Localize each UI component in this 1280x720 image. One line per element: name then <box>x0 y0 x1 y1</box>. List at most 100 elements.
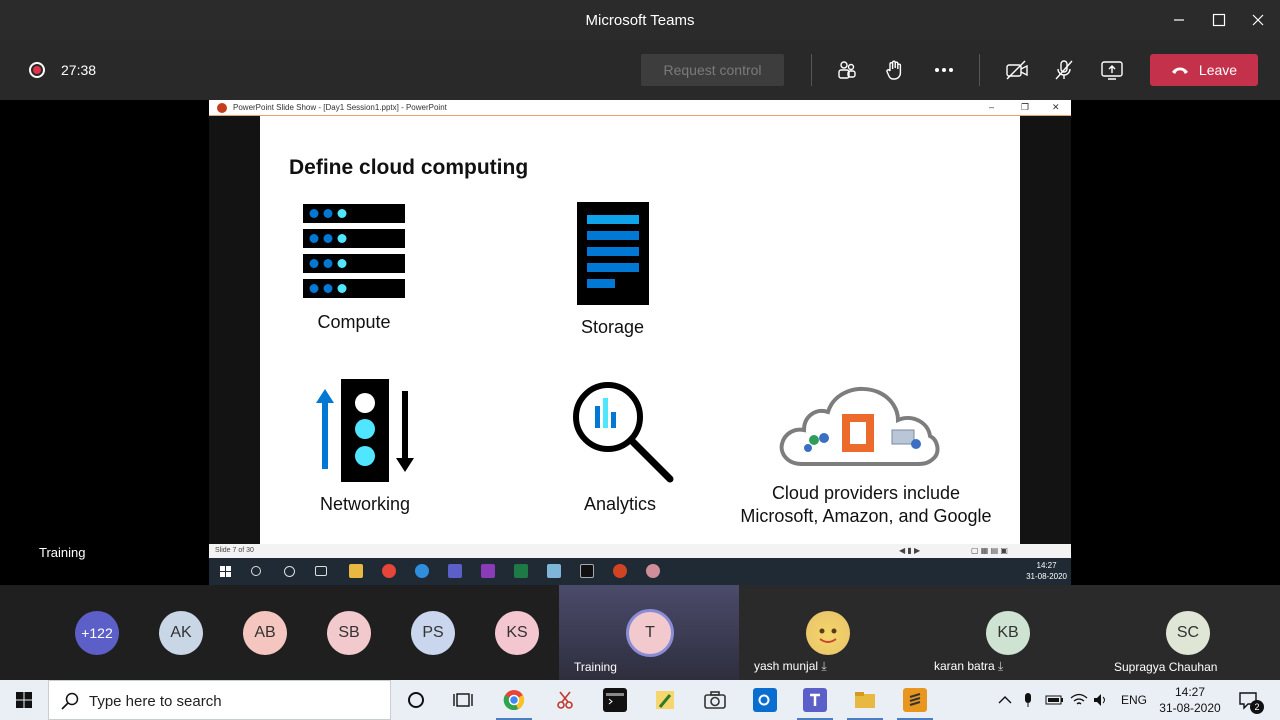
window-title: Microsoft Teams <box>585 12 695 29</box>
view-mode-icons[interactable]: ▢ ▦ ▤ ▣ <box>971 546 1008 555</box>
participant-name-text: karan batra <box>934 659 995 673</box>
pp-close-icon[interactable]: ✕ <box>1052 102 1060 113</box>
taskbar-clock[interactable]: 14:27 31-08-2020 <box>1150 684 1230 716</box>
start-button[interactable] <box>0 680 48 720</box>
wifi-icon[interactable] <box>1070 680 1088 720</box>
search-icon <box>61 692 79 710</box>
participant-tile[interactable]: SC Supragya Chauhan <box>1099 585 1280 680</box>
participant-name-text: yash munjal <box>754 659 819 673</box>
outlook-icon[interactable] <box>753 688 777 712</box>
toolbar-divider <box>811 54 812 86</box>
file-explorer-icon <box>349 564 363 578</box>
camera-off-icon[interactable] <box>1003 56 1031 84</box>
cortana-icon <box>284 566 295 577</box>
camera-icon[interactable] <box>703 688 727 712</box>
slide-title: Define cloud computing <box>289 156 529 179</box>
shared-screen-stage: PowerPoint Slide Show - [Day1 Session1.p… <box>0 100 1280 585</box>
powerpoint-window-title: PowerPoint Slide Show - [Day1 Session1.p… <box>233 103 447 112</box>
minimize-icon[interactable] <box>1167 8 1191 32</box>
volume-icon[interactable] <box>1093 680 1109 720</box>
excel-icon <box>514 564 528 578</box>
raise-hand-icon[interactable] <box>881 56 909 84</box>
command-prompt-icon[interactable] <box>603 688 627 712</box>
close-icon[interactable] <box>1246 8 1270 32</box>
participant-name: karan batra ⤓ <box>934 659 1003 674</box>
storage-icon <box>577 202 649 305</box>
slide-nav-icons[interactable]: ◀ ▮ ▶ <box>899 546 920 555</box>
avatar[interactable]: SB <box>327 611 371 655</box>
action-center-button[interactable]: 2 <box>1238 680 1264 720</box>
analytics-icon <box>573 382 674 483</box>
participants-icon[interactable] <box>833 56 861 84</box>
powerpoint-icon <box>217 103 227 113</box>
analytics-label: Analytics <box>583 494 657 514</box>
teams-icon <box>448 564 462 578</box>
slide-letterbox-right <box>1020 116 1071 544</box>
microphone-off-icon[interactable] <box>1050 56 1078 84</box>
participant-name: yash munjal ⤓ <box>754 659 827 674</box>
toolbar-divider <box>979 54 980 86</box>
avatar: T <box>626 609 674 657</box>
avatar[interactable]: AK <box>159 611 203 655</box>
search-placeholder: Type here to search <box>89 693 222 710</box>
avatar: KB <box>986 611 1030 655</box>
language-indicator[interactable]: ENG <box>1121 680 1147 720</box>
sublime-text-icon[interactable] <box>903 688 927 712</box>
paint-app-icon[interactable] <box>653 688 677 712</box>
avatar[interactable]: PS <box>411 611 455 655</box>
avatar[interactable]: KS <box>495 611 539 655</box>
show-hidden-icons[interactable] <box>998 680 1012 720</box>
slide-letterbox-left <box>209 116 260 544</box>
task-view-icon[interactable] <box>451 688 475 712</box>
file-explorer-icon[interactable] <box>853 688 877 712</box>
chrome-icon[interactable] <box>502 688 526 712</box>
cloud-caption: Cloud providers include Microsoft, Amazo… <box>728 482 1004 528</box>
powerpoint-titlebar: PowerPoint Slide Show - [Day1 Session1.p… <box>209 100 1071 116</box>
avatar[interactable]: AB <box>243 611 287 655</box>
participant-roster: +122 AK AB SB PS KS T Training yash munj… <box>0 585 1280 680</box>
maximize-icon[interactable] <box>1207 8 1231 32</box>
share-screen-icon[interactable] <box>1098 56 1126 84</box>
chrome-icon <box>382 564 396 578</box>
powerpoint-window: PowerPoint Slide Show - [Day1 Session1.p… <box>209 100 1071 585</box>
cortana-icon[interactable] <box>404 688 428 712</box>
windows-taskbar: Type here to search ENG 14:27 31-08-2020… <box>0 680 1280 720</box>
terminal-icon <box>580 564 594 578</box>
inner-clock: 14:27 31-08-2020 <box>1026 560 1067 582</box>
overflow-participants-button[interactable]: +122 <box>75 611 119 655</box>
inner-clock-date: 31-08-2020 <box>1026 572 1067 581</box>
windows-logo-icon <box>16 692 32 708</box>
taskbar-search-box[interactable]: Type here to search <box>48 680 391 720</box>
windows-start-icon <box>220 566 231 577</box>
teams-icon[interactable] <box>803 688 827 712</box>
participant-tile[interactable]: T Training <box>559 585 739 680</box>
avatar <box>806 611 850 655</box>
participant-name: Supragya Chauhan <box>1114 660 1218 674</box>
mic-tray-icon[interactable] <box>1023 680 1033 720</box>
meeting-toolbar: 27:38 Request control Leave <box>0 40 1280 100</box>
participant-tile[interactable]: KB karan batra ⤓ <box>919 585 1099 680</box>
participant-name: Training <box>574 660 617 674</box>
snipping-tool-icon[interactable] <box>553 688 577 712</box>
slide-counter: Slide 7 of 30 <box>215 547 254 554</box>
onenote-icon <box>481 564 495 578</box>
leave-button[interactable]: Leave <box>1150 54 1258 86</box>
recording-icon <box>29 62 45 78</box>
participant-tile[interactable]: yash munjal ⤓ <box>739 585 919 680</box>
powerpoint-taskbar-icon <box>613 564 627 578</box>
more-options-icon[interactable] <box>930 56 958 84</box>
request-control-button[interactable]: Request control <box>641 54 784 86</box>
shared-windows-taskbar: 14:27 31-08-2020 <box>209 558 1071 585</box>
battery-icon[interactable] <box>1045 680 1065 720</box>
muted-mic-icon: ⤓ <box>998 659 1004 673</box>
leave-label: Leave <box>1198 62 1238 78</box>
pp-minimize-icon[interactable]: – <box>989 102 994 112</box>
pp-restore-icon[interactable]: ❐ <box>1021 102 1029 113</box>
compute-icon <box>303 204 405 298</box>
paint-icon <box>547 564 561 578</box>
snipping-icon <box>646 564 660 578</box>
cloud-providers-icon <box>779 386 940 466</box>
hang-up-icon <box>1171 67 1188 74</box>
notification-count-badge: 2 <box>1250 700 1264 714</box>
search-icon <box>251 566 261 576</box>
